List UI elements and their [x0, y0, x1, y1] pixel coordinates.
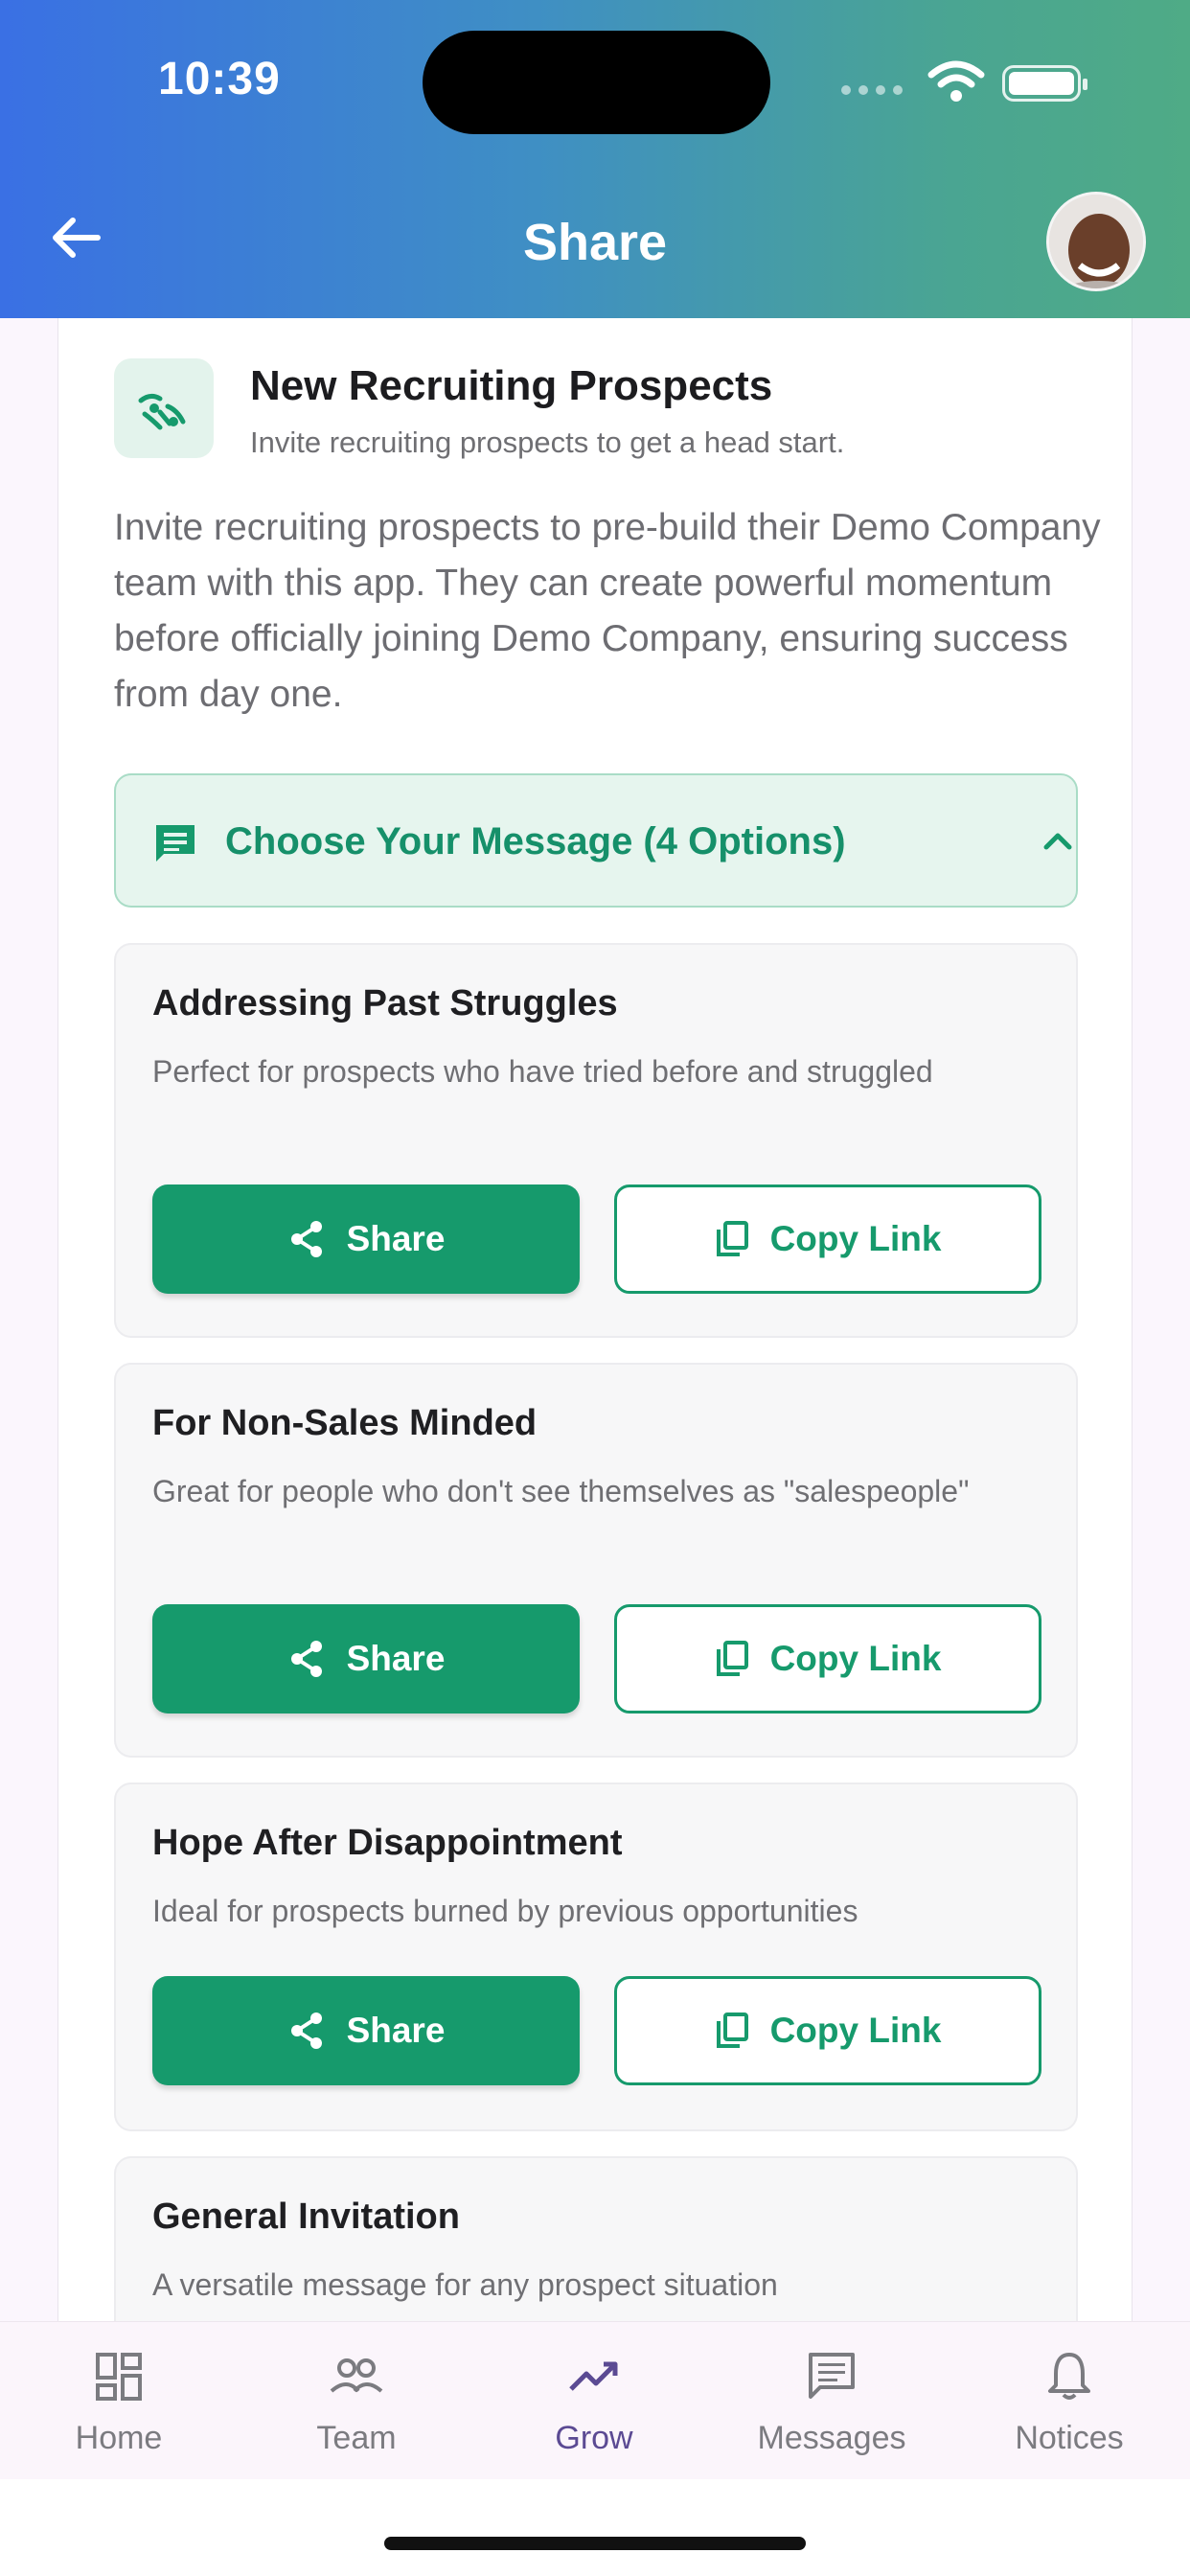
copy-icon	[716, 2012, 748, 2048]
dynamic-island	[423, 31, 770, 134]
message-option: General Invitation A versatile message f…	[114, 2156, 1078, 2348]
nav-label: Team	[316, 2420, 397, 2456]
nav-label: Messages	[757, 2420, 906, 2456]
share-button[interactable]: Share	[152, 1976, 580, 2085]
share-button-label: Share	[346, 1639, 446, 1678]
share-button[interactable]: Share	[152, 1604, 580, 1714]
avatar[interactable]	[1046, 192, 1146, 291]
trending-up-icon	[569, 2361, 618, 2391]
nav-notices[interactable]: Notices	[950, 2322, 1188, 2480]
message-option: Hope After Disappointment Ideal for pros…	[114, 1782, 1078, 2131]
nav-messages[interactable]: Messages	[713, 2322, 950, 2480]
feature-title: New Recruiting Prospects	[250, 362, 773, 409]
home-indicator[interactable]	[384, 2537, 806, 2550]
option-description: Great for people who don't see themselve…	[152, 1474, 970, 1508]
feature-subtitle: Invite recruiting prospects to get a hea…	[250, 426, 845, 459]
copy-link-button[interactable]: Copy Link	[614, 1184, 1041, 1294]
nav-label: Grow	[555, 2420, 633, 2456]
home-indicator-area	[0, 2479, 1190, 2576]
battery-icon	[1002, 65, 1087, 102]
bell-icon	[1048, 2353, 1090, 2400]
chevron-up-icon	[1043, 833, 1072, 850]
copy-link-label: Copy Link	[769, 1219, 942, 1258]
nav-home[interactable]: Home	[0, 2322, 238, 2480]
option-title: Addressing Past Struggles	[152, 983, 618, 1024]
signal-share-icon	[114, 358, 214, 458]
status-icons	[841, 56, 1087, 109]
share-button[interactable]: Share	[152, 1184, 580, 1294]
share-icon	[290, 1221, 322, 1257]
nav-team[interactable]: Team	[238, 2322, 475, 2480]
share-card: New Recruiting Prospects Invite recruiti…	[57, 318, 1133, 2348]
choose-message-label: Choose Your Message (4 Options)	[225, 820, 846, 862]
app-header: 10:39 Share	[0, 0, 1190, 318]
nav-label: Home	[75, 2420, 163, 2456]
people-icon	[330, 2358, 383, 2393]
copy-link-button[interactable]: Copy Link	[614, 1976, 1041, 2085]
option-title: Hope After Disappointment	[152, 1823, 623, 1863]
share-button-label: Share	[346, 2011, 446, 2050]
choose-message-toggle[interactable]: Choose Your Message (4 Options)	[114, 773, 1078, 908]
nav-label: Notices	[1015, 2420, 1124, 2456]
option-title: General Invitation	[152, 2196, 460, 2237]
feature-description: Invite recruiting prospects to pre-build…	[114, 507, 1101, 715]
option-description: A versatile message for any prospect sit…	[152, 2267, 778, 2302]
share-icon	[290, 2012, 322, 2049]
share-button-label: Share	[346, 1219, 446, 1258]
message-icon	[809, 2353, 855, 2399]
option-description: Ideal for prospects burned by previous o…	[152, 1894, 858, 1928]
copy-link-button[interactable]: Copy Link	[614, 1604, 1041, 1714]
share-icon	[290, 1641, 322, 1677]
option-title: For Non-Sales Minded	[152, 1403, 538, 1443]
bottom-nav: Home Team Grow Messages Notices	[0, 2321, 1190, 2479]
status-time: 10:39	[158, 54, 281, 104]
copy-icon	[716, 1641, 748, 1676]
wifi-icon	[927, 60, 985, 102]
dashboard-icon	[96, 2353, 142, 2401]
message-option: For Non-Sales Minded Great for people wh…	[114, 1363, 1078, 1758]
page-title: Share	[522, 214, 668, 271]
message-icon	[156, 825, 195, 862]
option-description: Perfect for prospects who have tried bef…	[152, 1054, 933, 1089]
nav-grow[interactable]: Grow	[475, 2322, 713, 2480]
copy-link-label: Copy Link	[769, 1639, 942, 1678]
message-option: Addressing Past Struggles Perfect for pr…	[114, 943, 1078, 1338]
signal-icon	[841, 82, 910, 100]
copy-link-label: Copy Link	[769, 2011, 942, 2050]
copy-icon	[716, 1221, 748, 1256]
